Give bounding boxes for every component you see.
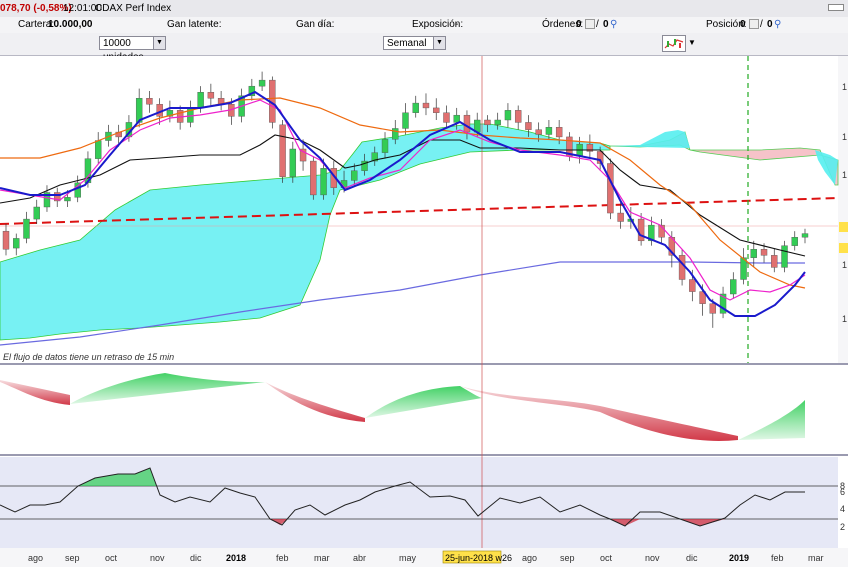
time-tick: ago <box>522 553 537 563</box>
time-tick: abr <box>353 553 366 563</box>
candle-bearish <box>279 124 286 177</box>
price-chart[interactable]: 8 6 4 2 1 1 1 1 1 1 1 El flujo de datos … <box>0 0 848 567</box>
candle-bullish <box>320 168 327 196</box>
candle-bearish <box>555 127 563 138</box>
time-tick: mar <box>314 553 330 563</box>
rsi-tick: 6 <box>840 487 845 497</box>
candle-bullish <box>453 114 460 123</box>
candle-bearish <box>207 92 215 99</box>
candle-bearish <box>463 114 471 133</box>
price-tick: 1 <box>842 132 847 142</box>
candle-bullish <box>13 238 20 249</box>
candle-bearish <box>760 249 768 256</box>
candle-bullish <box>23 218 30 239</box>
candle-bearish <box>535 129 542 135</box>
time-tick: dic <box>686 553 698 563</box>
data-delay-notice: El flujo de datos tiene un retraso de 15… <box>3 352 174 362</box>
price-tick: 1 <box>842 170 847 180</box>
candle-bearish <box>146 98 153 105</box>
time-tick: oct <box>600 553 613 563</box>
time-tick: 2018 <box>226 553 246 563</box>
candle-bearish <box>422 102 430 109</box>
price-tick: 1 <box>842 260 847 270</box>
candle-bullish <box>781 245 788 268</box>
candle-bullish <box>801 233 809 238</box>
price-marker <box>839 222 848 232</box>
candle-bearish <box>525 122 532 130</box>
rsi-tick: 4 <box>840 504 845 514</box>
candle-bearish <box>637 218 645 242</box>
time-tick: 2019 <box>729 553 749 563</box>
candle-bullish <box>33 206 40 220</box>
price-marker <box>839 243 848 253</box>
candle-bearish <box>709 303 717 314</box>
time-axis <box>0 548 848 567</box>
candle-bearish <box>617 212 624 222</box>
candle-bearish <box>678 255 686 280</box>
candle-bearish <box>514 110 522 123</box>
crosshair-date-text: 25-jun-2018 w26 <box>445 553 512 563</box>
time-tick: nov <box>645 553 660 563</box>
candle-bullish <box>504 110 512 121</box>
price-tick: 1 <box>842 82 847 92</box>
candle-bearish <box>484 119 491 126</box>
rsi-pane <box>0 457 838 548</box>
time-tick: sep <box>65 553 80 563</box>
time-tick: feb <box>276 553 289 563</box>
candle-bullish <box>545 127 553 135</box>
candle-bullish <box>494 119 501 126</box>
candle-bearish <box>771 255 778 268</box>
time-tick: sep <box>560 553 575 563</box>
time-tick: ago <box>28 553 43 563</box>
candle-bullish <box>392 128 399 140</box>
candle-bullish <box>289 148 297 177</box>
time-tick: feb <box>771 553 784 563</box>
candle-bullish <box>750 249 757 258</box>
candle-bearish <box>2 230 10 250</box>
candle-bullish <box>730 279 737 295</box>
time-tick: may <box>399 553 417 563</box>
candle-bullish <box>94 140 102 159</box>
candle-bullish <box>258 79 266 87</box>
candle-bullish <box>402 112 409 129</box>
candle-bearish <box>443 112 450 123</box>
candle-bullish <box>412 102 419 113</box>
candle-bearish <box>433 107 440 113</box>
candle-bullish <box>381 139 389 153</box>
time-tick: mar <box>808 553 824 563</box>
price-tick: 1 <box>842 314 847 324</box>
rsi-axis-ticks: 8 6 4 2 <box>840 481 845 532</box>
candle-bullish <box>791 237 798 246</box>
candle-bearish <box>607 163 614 214</box>
candle-bullish <box>64 197 71 202</box>
candle-bearish <box>310 160 317 196</box>
candle-bullish <box>74 182 81 198</box>
time-tick: dic <box>190 553 202 563</box>
time-tick: oct <box>105 553 118 563</box>
candle-bearish <box>689 279 696 292</box>
rsi-tick: 2 <box>840 522 845 532</box>
time-tick: nov <box>150 553 165 563</box>
candle-bullish <box>197 92 204 109</box>
candle-bullish <box>351 170 358 181</box>
